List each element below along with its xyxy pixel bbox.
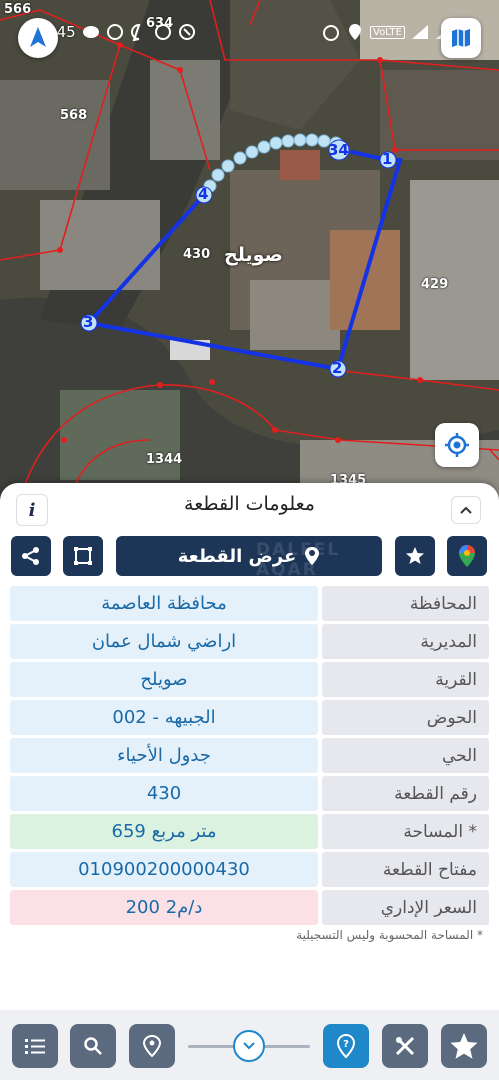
- star-icon: [450, 1033, 478, 1059]
- google-maps-icon: [459, 545, 475, 567]
- google-maps-button[interactable]: [447, 536, 487, 576]
- basin-label: الحوض: [322, 700, 489, 735]
- area-note: * المساحة المحسوبة وليس التسجيلية: [296, 928, 483, 942]
- detail-row: الجبيهه - 002 الحوض: [10, 700, 489, 735]
- basin-value: الجبيهه - 002: [10, 700, 318, 735]
- map-icon: [452, 29, 470, 47]
- admin-price-label: السعر الإداري: [322, 890, 489, 925]
- north-arrow-icon: [30, 27, 46, 47]
- collapse-button[interactable]: [451, 496, 481, 524]
- volte-badge: VoLTE: [370, 25, 405, 39]
- parcel-number: 568: [60, 108, 88, 123]
- search-button[interactable]: [70, 1024, 116, 1068]
- parcel-key-label: مفتاح القطعة: [322, 852, 489, 887]
- star-icon: [406, 547, 424, 564]
- parcel-number: 429: [421, 277, 449, 292]
- phone-icon: [178, 23, 196, 41]
- parcel-info-sheet: i معلومات القطعة DALEEL AQAR عرض القطعة: [0, 483, 499, 1080]
- parcel-key-value: 010900200000430: [10, 852, 318, 887]
- list-icon: [25, 1039, 45, 1054]
- compass-button[interactable]: [18, 18, 58, 58]
- favorites-button[interactable]: [441, 1024, 487, 1068]
- parcel-number: 430: [183, 247, 211, 262]
- location-status-icon: [346, 23, 364, 41]
- viber-icon: [154, 23, 172, 41]
- detail-row: 010900200000430 مفتاح القطعة: [10, 852, 489, 887]
- map-view[interactable]: 1 2 3 4 34 566 568 634 430 429 1344 1345…: [0, 0, 499, 500]
- action-row: DALEEL AQAR عرض القطعة: [0, 536, 499, 580]
- show-parcel-button[interactable]: DALEEL AQAR عرض القطعة: [116, 536, 382, 580]
- tools-icon: [395, 1036, 415, 1056]
- polygon-icon: [74, 547, 92, 565]
- chevron-up-icon: [460, 506, 472, 514]
- share-button[interactable]: [11, 536, 51, 576]
- detail-row: 659 متر مربع المساحة *: [10, 814, 489, 849]
- watermark: DALEEL AQAR: [256, 540, 341, 580]
- location-search-button[interactable]: [129, 1024, 175, 1068]
- admin-price-value: 200 د/م2: [10, 890, 318, 925]
- signal-icon: [411, 23, 429, 41]
- governorate-label: المحافظة: [322, 586, 489, 621]
- parcel-number: 566: [4, 2, 32, 17]
- village-label: القرية: [322, 662, 489, 697]
- messenger-icon: [130, 23, 148, 41]
- alarm-icon: [322, 23, 340, 41]
- location-pin-icon: [143, 1035, 161, 1057]
- governorate-value: محافظة العاصمة: [10, 586, 318, 621]
- bottom-toolbar: ?: [0, 1010, 499, 1080]
- neighborhood-label: الحي: [322, 738, 489, 773]
- detail-row: 430 رقم القطعة: [10, 776, 489, 811]
- polygon-button[interactable]: [63, 536, 103, 576]
- area-value: 659 متر مربع: [10, 814, 318, 849]
- area-label-cell: المساحة *: [322, 814, 489, 849]
- parcel-number: 1344: [146, 452, 183, 467]
- detail-row: جدول الأحياء الحي: [10, 738, 489, 773]
- map-layers-button[interactable]: [441, 18, 481, 58]
- detail-row: 200 د/م2 السعر الإداري: [10, 890, 489, 925]
- search-icon: [84, 1037, 102, 1055]
- vertex-label: 2: [332, 359, 343, 377]
- list-button[interactable]: [12, 1024, 58, 1068]
- chevron-down-icon: [243, 1042, 255, 1050]
- share-icon: [22, 547, 39, 565]
- area-label: صويلح: [224, 244, 283, 266]
- detail-row: اراضي شمال عمان المديرية: [10, 624, 489, 659]
- chat-icon: [82, 23, 100, 41]
- vertex-label: 3: [83, 313, 94, 331]
- my-location-button[interactable]: [435, 423, 479, 467]
- directorate-value: اراضي شمال عمان: [10, 624, 318, 659]
- tools-button[interactable]: [382, 1024, 428, 1068]
- status-left: 3:45: [42, 20, 196, 44]
- sheet-title: معلومات القطعة: [184, 493, 315, 515]
- parcel-details-table: محافظة العاصمة المحافظة اراضي شمال عمان …: [10, 586, 489, 928]
- parcel-number-value: 430: [10, 776, 318, 811]
- village-value: صويلح: [10, 662, 318, 697]
- parcel-number-label: رقم القطعة: [322, 776, 489, 811]
- vertex-label: 4: [198, 185, 209, 203]
- detail-row: محافظة العاصمة المحافظة: [10, 586, 489, 621]
- vertex-label: 34: [328, 141, 349, 159]
- whatsapp-icon: [106, 23, 124, 41]
- panel-toggle-button[interactable]: [233, 1030, 265, 1062]
- help-location-button[interactable]: ?: [323, 1024, 369, 1068]
- neighborhood-value: جدول الأحياء: [10, 738, 318, 773]
- directorate-label: المديرية: [322, 624, 489, 659]
- help-pin-icon: ?: [336, 1034, 356, 1058]
- crosshair-icon: [445, 433, 469, 457]
- detail-row: صويلح القرية: [10, 662, 489, 697]
- svg-text:?: ?: [343, 1039, 349, 1050]
- vertex-label: 1: [382, 150, 393, 168]
- favorite-button[interactable]: [395, 536, 435, 576]
